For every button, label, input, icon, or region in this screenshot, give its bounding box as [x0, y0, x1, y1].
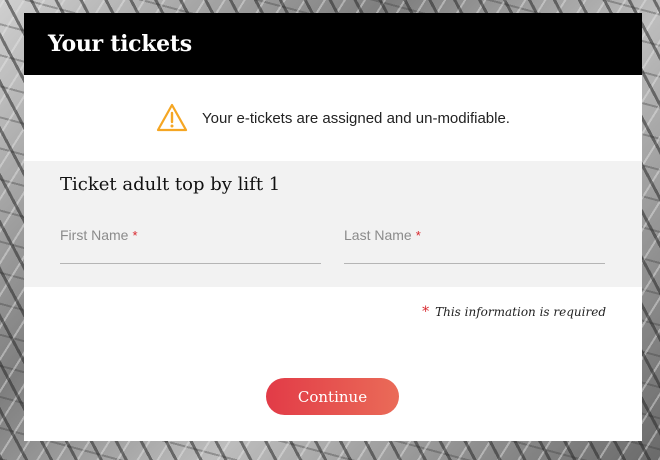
warning-triangle-icon	[156, 103, 188, 132]
first-name-field[interactable]: First Name *	[60, 227, 321, 264]
ticket-section: Ticket adult top by lift 1 First Name * L…	[24, 161, 642, 287]
last-name-label: Last Name	[344, 227, 412, 243]
notice-banner: Your e-tickets are assigned and un-modif…	[24, 75, 642, 161]
required-note-text: This information is required	[435, 305, 606, 319]
notice-text: Your e-tickets are assigned and un-modif…	[202, 109, 510, 127]
required-note: * This information is required	[422, 304, 606, 320]
continue-button[interactable]: Continue	[266, 378, 399, 415]
modal-title: Your tickets	[48, 31, 192, 57]
required-note-marker: *	[422, 304, 430, 320]
ticket-title: Ticket adult top by lift 1	[60, 174, 281, 195]
modal-header: Your tickets	[24, 13, 642, 75]
required-marker: *	[132, 228, 138, 243]
first-name-label: First Name	[60, 227, 129, 243]
last-name-field[interactable]: Last Name *	[344, 227, 605, 264]
required-marker: *	[415, 228, 421, 243]
tickets-modal: Your tickets Your e-tickets are assigned…	[24, 13, 642, 441]
